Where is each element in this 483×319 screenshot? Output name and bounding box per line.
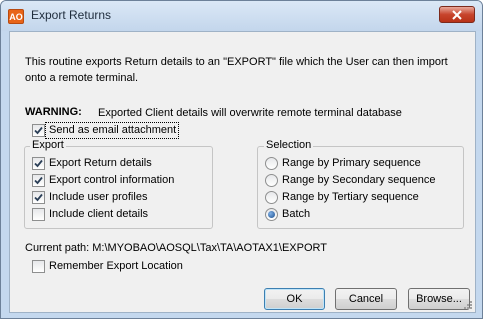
include-client-details-label: Include client details (49, 208, 149, 220)
export-return-details-label: Export Return details (49, 157, 152, 169)
radio-button[interactable] (265, 174, 278, 187)
radio-selected-dot (268, 211, 275, 218)
export-control-information-label: Export control information (49, 174, 175, 186)
intro-text-line2: onto a remote terminal. (25, 72, 139, 84)
close-button[interactable] (439, 6, 475, 23)
checkbox[interactable] (32, 124, 45, 137)
checkmark-icon (34, 159, 43, 168)
include-user-profiles-label: Include user profiles (49, 191, 148, 203)
remember-export-location-label: Remember Export Location (49, 260, 183, 272)
browse-button[interactable]: Browse... (408, 288, 470, 310)
title-bar[interactable]: AO Export Returns (1, 1, 482, 31)
radio-button[interactable] (265, 157, 278, 170)
radio-range-primary-label: Range by Primary sequence (282, 157, 421, 169)
checkmark-icon (34, 176, 43, 185)
checkmark-icon (34, 126, 43, 135)
export-group-title: Export (30, 139, 66, 151)
ok-button[interactable]: OK (264, 288, 325, 310)
app-icon: AO (8, 9, 24, 24)
warning-label: WARNING: (25, 106, 82, 118)
radio-range-secondary-label: Range by Secondary sequence (282, 174, 436, 186)
radio-range-tertiary-label: Range by Tertiary sequence (282, 191, 419, 203)
radio-button[interactable] (265, 208, 278, 221)
resize-grip-icon[interactable] (463, 300, 473, 310)
checkmark-icon (34, 193, 43, 202)
checkbox[interactable] (32, 157, 45, 170)
export-returns-window: AO Export Returns This routine exports R… (0, 0, 483, 319)
cancel-button[interactable]: Cancel (335, 288, 397, 310)
checkbox[interactable] (32, 208, 45, 221)
radio-button[interactable] (265, 191, 278, 204)
warning-text: Exported Client details will overwrite r… (98, 107, 402, 119)
radio-batch-label: Batch (282, 208, 311, 220)
intro-text-line1: This routine exports Return details to a… (25, 56, 448, 68)
current-path-text: Current path: M:\MYOBAO\AOSQL\Tax\TA\AOT… (25, 242, 327, 254)
focus-rectangle (45, 122, 179, 139)
dialog-body: This routine exports Return details to a… (9, 31, 476, 313)
checkbox[interactable] (32, 191, 45, 204)
selection-group-title: Selection (264, 139, 314, 151)
close-icon (452, 10, 462, 20)
window-title: Export Returns (31, 8, 112, 22)
checkbox[interactable] (32, 260, 45, 273)
checkbox[interactable] (32, 174, 45, 187)
